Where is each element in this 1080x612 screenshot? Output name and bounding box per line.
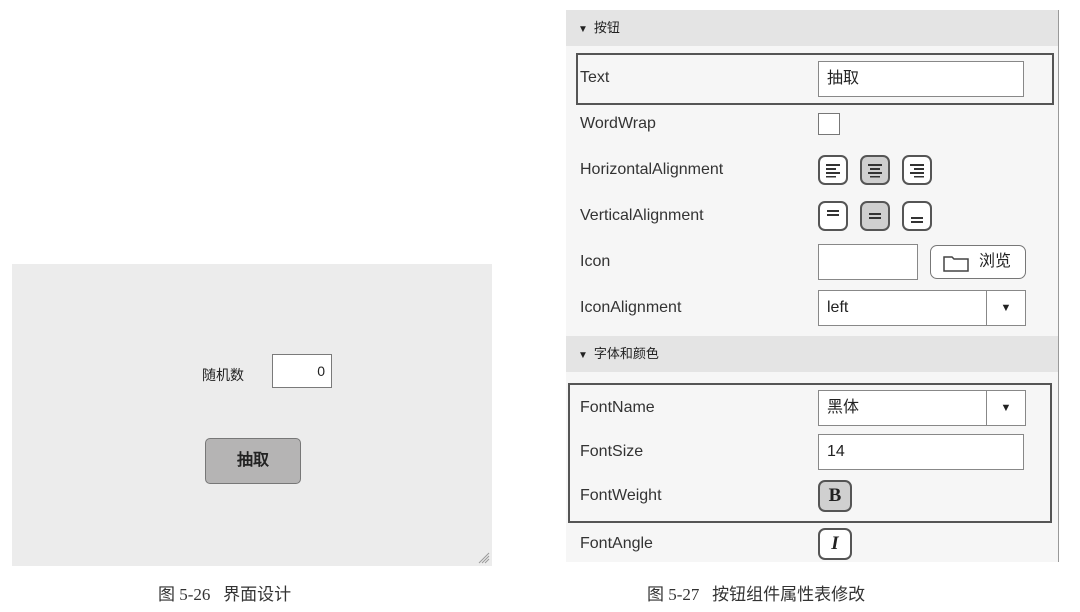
prop-row-iconalign: IconAlignment left ▼ <box>566 285 1058 331</box>
collapse-triangle-icon[interactable]: ▼ <box>578 350 588 361</box>
section-button[interactable]: ▼ 按钮 <box>566 10 1058 46</box>
collapse-triangle-icon[interactable]: ▼ <box>578 24 588 35</box>
figure-caption-right: 图 5-27 按钮组件属性表修改 <box>647 585 866 604</box>
fontname-dropdown[interactable]: 黑体 ▼ <box>818 390 1026 426</box>
icon-path-input[interactable] <box>818 244 918 280</box>
chevron-down-icon[interactable]: ▼ <box>986 291 1025 325</box>
prop-name-fontweight: FontWeight <box>580 487 662 504</box>
section-font-color-label: 字体和颜色 <box>593 346 659 361</box>
browse-label: 浏览 <box>979 253 1012 270</box>
section-font-color[interactable]: ▼ 字体和颜色 <box>566 336 1058 372</box>
design-canvas: 随机数 0 抽取 <box>12 264 492 566</box>
align-left-icon <box>826 164 840 178</box>
prop-name-fontangle: FontAngle <box>580 535 653 552</box>
prop-name-iconalign: IconAlignment <box>580 299 682 316</box>
valign-top-icon <box>827 210 839 216</box>
wordwrap-checkbox[interactable] <box>818 113 840 135</box>
prop-row-fontsize: FontSize 14 <box>566 429 1058 475</box>
draw-button[interactable]: 抽取 <box>205 438 301 484</box>
text-input[interactable]: 抽取 <box>818 61 1024 97</box>
prop-name-fontsize: FontSize <box>580 443 644 460</box>
prop-row-fontname: FontName 黑体 ▼ <box>566 385 1058 431</box>
fontname-value: 黑体 <box>827 399 860 416</box>
resize-grip-icon[interactable] <box>476 550 490 564</box>
prop-name-wordwrap: WordWrap <box>580 115 656 132</box>
figure-caption-left: 图 5-26 界面设计 <box>158 585 292 604</box>
align-center-button[interactable] <box>860 155 890 185</box>
prop-name-valign: VerticalAlignment <box>580 207 704 224</box>
iconalign-value: left <box>827 299 849 316</box>
align-right-button[interactable] <box>902 155 932 185</box>
prop-row-icon: Icon 浏览 <box>566 239 1058 285</box>
prop-row-valign: VerticalAlignment <box>566 193 1058 239</box>
bold-button[interactable]: B <box>818 480 852 512</box>
align-right-icon <box>910 164 924 178</box>
browse-button[interactable]: 浏览 <box>930 245 1026 279</box>
prop-row-halign: HorizontalAlignment <box>566 147 1058 193</box>
iconalign-dropdown[interactable]: left ▼ <box>818 290 1026 326</box>
prop-row-wordwrap: WordWrap <box>566 101 1058 147</box>
align-left-button[interactable] <box>818 155 848 185</box>
chevron-down-icon[interactable]: ▼ <box>986 391 1025 425</box>
valign-middle-icon <box>869 213 881 219</box>
italic-button[interactable]: I <box>818 528 852 560</box>
fontsize-input[interactable]: 14 <box>818 434 1024 470</box>
prop-row-fontweight: FontWeight B <box>566 473 1058 519</box>
prop-row-fontangle: FontAngle I <box>566 521 1058 567</box>
prop-name-halign: HorizontalAlignment <box>580 161 724 178</box>
align-center-icon <box>868 164 882 178</box>
prop-name-text: Text <box>580 69 610 86</box>
valign-top-button[interactable] <box>818 201 848 231</box>
section-button-label: 按钮 <box>593 20 620 35</box>
valign-middle-button[interactable] <box>860 201 890 231</box>
property-inspector: ▼ 按钮 Text 抽取 WordWrap HorizontalAlignment <box>566 10 1059 562</box>
random-number-field[interactable]: 0 <box>272 354 332 388</box>
prop-row-text: Text 抽取 <box>566 55 1058 101</box>
folder-icon <box>943 256 969 272</box>
prop-name-fontname: FontName <box>580 399 655 416</box>
valign-bottom-button[interactable] <box>902 201 932 231</box>
prop-name-icon: Icon <box>580 253 611 270</box>
valign-bottom-icon <box>911 217 923 223</box>
random-number-label: 随机数 <box>202 367 244 383</box>
